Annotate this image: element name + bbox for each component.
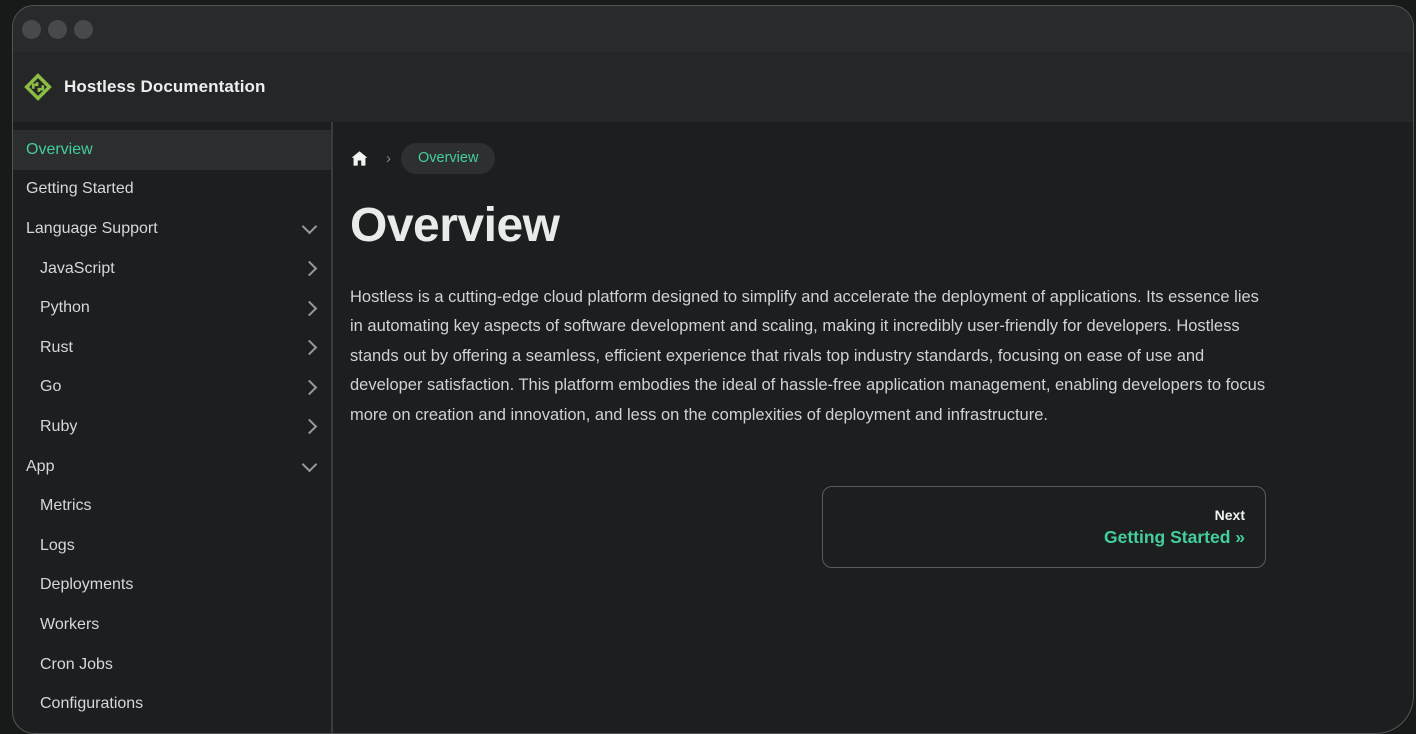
sidebar-item-overview[interactable]: Overview [13, 130, 331, 170]
sidebar-item-deployments[interactable]: Deployments [13, 566, 331, 606]
sidebar-item-ruby[interactable]: Ruby [13, 407, 331, 447]
sidebar-item-cron-jobs[interactable]: Cron Jobs [13, 645, 331, 685]
window-control-dot[interactable] [74, 20, 93, 39]
sidebar-item-label: Logs [40, 537, 75, 555]
sidebar-item-language-support[interactable]: Language Support [13, 209, 331, 249]
sidebar-item-rust[interactable]: Rust [13, 328, 331, 368]
sidebar-item-label: Workers [40, 616, 99, 634]
window-titlebar [13, 6, 1413, 52]
sidebar-item-go[interactable]: Go [13, 368, 331, 408]
sidebar-item-label: Getting Started [26, 180, 134, 198]
sidebar-item-label: Go [40, 378, 61, 396]
sidebar-item-label: Rust [40, 339, 73, 357]
sidebar-item-workers[interactable]: Workers [13, 605, 331, 645]
sidebar-item-app[interactable]: App [13, 447, 331, 487]
sidebar-item-python[interactable]: Python [13, 288, 331, 328]
page-body: Hostless is a cutting-edge cloud platfor… [350, 283, 1266, 430]
sidebar-item-configurations[interactable]: Configurations [13, 684, 331, 724]
sidebar-item-label: Ruby [40, 418, 77, 436]
sidebar-item-label: Cron Jobs [40, 656, 113, 674]
chevron-right-icon [302, 261, 318, 277]
next-page-card[interactable]: Next Getting Started » [822, 486, 1266, 568]
chevron-down-icon [302, 219, 318, 235]
chevron-right-icon [302, 340, 318, 356]
app-header: Hostless Documentation [13, 52, 1413, 122]
sidebar-nav: Overview Getting Started Language Suppor… [13, 122, 333, 733]
sidebar-item-logs[interactable]: Logs [13, 526, 331, 566]
sidebar-item-label: Overview [26, 141, 93, 159]
chevron-right-icon [302, 380, 318, 396]
sidebar-item-getting-started[interactable]: Getting Started [13, 170, 331, 210]
sidebar-item-label: Python [40, 299, 90, 317]
window-control-dot[interactable] [48, 20, 67, 39]
page-title: Overview [350, 198, 1266, 253]
chevron-right-icon [302, 419, 318, 435]
sidebar-item-label: App [26, 458, 54, 476]
breadcrumb: › Overview [350, 142, 1266, 174]
chevron-right-icon [302, 300, 318, 316]
main-content: › Overview Overview Hostless is a cuttin… [333, 122, 1413, 733]
sidebar-item-label: Metrics [40, 497, 92, 515]
next-link[interactable]: Getting Started » [1104, 527, 1245, 548]
breadcrumb-separator-icon: › [386, 150, 391, 167]
sidebar-item-label: Language Support [26, 220, 158, 238]
app-window: Hostless Documentation Overview Getting … [12, 5, 1414, 734]
home-icon[interactable] [350, 142, 384, 174]
sidebar-item-label: JavaScript [40, 260, 115, 278]
breadcrumb-current[interactable]: Overview [401, 143, 495, 174]
sidebar-item-label: Deployments [40, 576, 133, 594]
window-control-dot[interactable] [22, 20, 41, 39]
chevron-down-icon [302, 456, 318, 472]
sidebar-item-metrics[interactable]: Metrics [13, 486, 331, 526]
sidebar-item-label: Configurations [40, 695, 143, 713]
hostless-logo-icon [23, 72, 53, 102]
brand-title: Hostless Documentation [64, 77, 266, 97]
next-label: Next [1215, 507, 1245, 523]
sidebar-item-javascript[interactable]: JavaScript [13, 249, 331, 289]
